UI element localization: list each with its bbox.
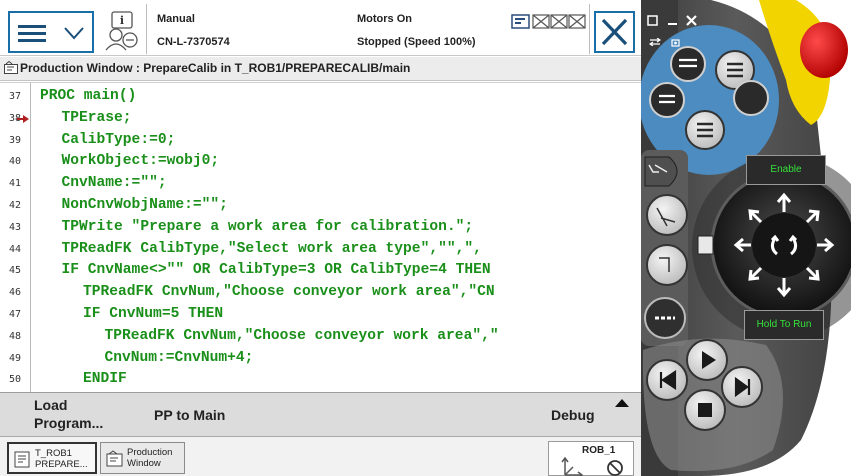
emergency-stop-button[interactable] bbox=[800, 22, 848, 78]
taskbar: T_ROB1 PREPARE... Production Window bbox=[0, 436, 641, 476]
window-controls bbox=[647, 14, 727, 47]
program-command-bar: Load Program... PP to Main Debug bbox=[0, 392, 641, 436]
close-window-button[interactable] bbox=[594, 11, 635, 53]
code-line[interactable]: IF CnvName<>"" OR CalibType=3 OR CalibTy… bbox=[62, 262, 491, 278]
hot-plug-switch[interactable] bbox=[697, 235, 714, 255]
taskbar-item-production-window[interactable]: Production Window bbox=[100, 442, 185, 474]
load-program-button[interactable]: Load Program... bbox=[34, 396, 103, 432]
code-line[interactable]: ENDIF bbox=[83, 371, 127, 387]
chevron-down-icon bbox=[64, 27, 84, 40]
main-menu-button[interactable] bbox=[8, 11, 94, 53]
code-line[interactable]: TPReadFK CalibType,"Select work area typ… bbox=[62, 241, 482, 257]
code-line[interactable]: IF CnvNum=5 THEN bbox=[83, 306, 223, 322]
window-title: Production Window : PrepareCalib in T_RO… bbox=[20, 61, 411, 75]
jog-coordinate-icon bbox=[561, 456, 623, 476]
hold-to-run-button[interactable]: Hold To Run bbox=[744, 310, 824, 340]
flexpendant-screen: i Manual CN-L-7370574 Motors On Stopped … bbox=[0, 0, 641, 476]
line-number: 42 bbox=[9, 200, 22, 211]
line-number: 44 bbox=[9, 243, 22, 255]
operating-mode: Manual bbox=[157, 13, 195, 25]
swap-icon[interactable] bbox=[649, 38, 661, 46]
line-number: 47 bbox=[9, 309, 22, 320]
code-line[interactable]: TPErase; bbox=[62, 110, 132, 126]
line-number: 40 bbox=[9, 156, 22, 168]
code-line[interactable]: CnvName:=""; bbox=[62, 175, 167, 191]
maximize-icon[interactable] bbox=[647, 15, 658, 26]
stop-icon bbox=[698, 403, 712, 417]
load-program-line2: Program... bbox=[34, 415, 104, 431]
code-line[interactable]: NonCnvWobjName:=""; bbox=[62, 197, 228, 213]
svg-text:i: i bbox=[120, 14, 124, 27]
motors-status: Motors On bbox=[357, 13, 412, 25]
line-number: 45 bbox=[9, 265, 22, 277]
load-program-line1: Load bbox=[34, 397, 68, 413]
task2-label: Production Window bbox=[127, 447, 173, 469]
task-status-icon bbox=[511, 14, 586, 29]
code-line[interactable]: CnvNum:=CnvNum+4; bbox=[105, 350, 254, 366]
code-line[interactable]: TPReadFK CnvNum,"Choose conveyor work ar… bbox=[105, 328, 499, 344]
line-number-gutter: 37 38 39 40 41 42 43 44 45 46 47 48 49 50 bbox=[0, 83, 31, 392]
code-line[interactable]: TPReadFK CnvNum,"Choose conveyor work ar… bbox=[83, 284, 495, 300]
enable-button[interactable]: Enable bbox=[746, 155, 826, 185]
task1-label: T_ROB1 PREPARE... bbox=[35, 448, 88, 470]
pendant-body bbox=[639, 0, 851, 476]
minimize-icon[interactable] bbox=[667, 15, 678, 26]
taskbar-item-t-rob1[interactable]: T_ROB1 PREPARE... bbox=[7, 442, 97, 474]
line-number: 37 bbox=[9, 91, 22, 102]
hamburger-icon bbox=[18, 25, 46, 42]
camera-icon[interactable] bbox=[671, 38, 680, 47]
production-window-icon bbox=[4, 61, 18, 74]
code-line[interactable]: TPWrite "Prepare a work area for calibra… bbox=[62, 219, 474, 235]
rapid-code-editor[interactable]: 37 38 39 40 41 42 43 44 45 46 47 48 49 50 PROC main()… bbox=[0, 82, 641, 392]
program-pointer-icon bbox=[17, 115, 29, 123]
code-line[interactable]: CalibType:=0; bbox=[62, 132, 176, 148]
production-window-icon bbox=[106, 450, 123, 467]
close-icon bbox=[601, 18, 628, 46]
pendant-hardware bbox=[639, 0, 851, 476]
expand-up-icon[interactable] bbox=[614, 398, 630, 408]
line-number: 43 bbox=[9, 221, 22, 233]
code-line[interactable]: PROC main() bbox=[40, 88, 136, 104]
debug-button[interactable]: Debug bbox=[551, 407, 595, 423]
line-number: 41 bbox=[9, 178, 22, 190]
code-line[interactable]: WorkObject:=wobj0; bbox=[62, 153, 220, 169]
line-number: 50 bbox=[9, 374, 22, 386]
line-number: 49 bbox=[9, 352, 22, 364]
user-info-icon[interactable]: i bbox=[102, 10, 140, 52]
pp-to-main-button[interactable]: PP to Main bbox=[154, 407, 225, 423]
line-number: 39 bbox=[9, 134, 22, 146]
window-title-bar: Production Window : PrepareCalib in T_RO… bbox=[0, 57, 641, 81]
quickset-mechanical-unit[interactable]: ROB_1 bbox=[548, 441, 634, 476]
status-bar: i Manual CN-L-7370574 Motors On Stopped … bbox=[0, 0, 641, 56]
line-number: 46 bbox=[9, 287, 22, 299]
run-status: Stopped (Speed 100%) bbox=[357, 36, 476, 48]
controller-status[interactable]: Manual CN-L-7370574 Motors On Stopped (S… bbox=[146, 4, 590, 54]
program-editor-icon bbox=[14, 451, 30, 468]
close-icon[interactable] bbox=[685, 14, 698, 27]
line-number: 48 bbox=[9, 330, 22, 342]
controller-name: CN-L-7370574 bbox=[157, 36, 230, 48]
